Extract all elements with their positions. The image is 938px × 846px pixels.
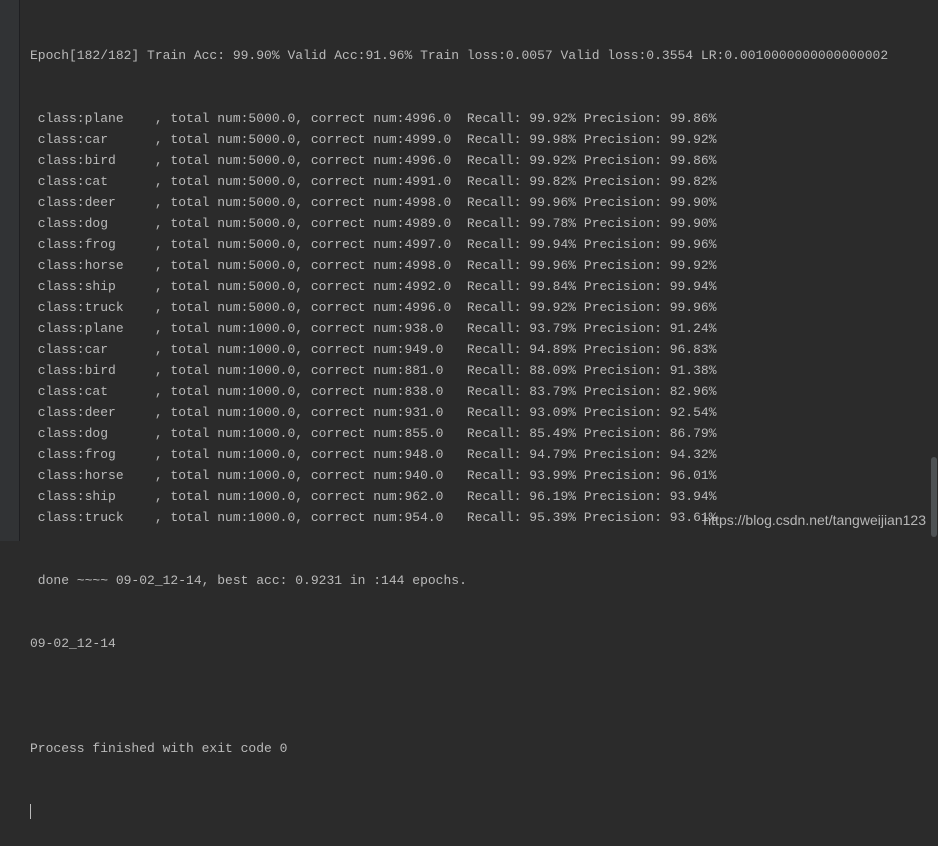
class-metrics-line: class:horse , total num:1000.0, correct … [30, 465, 928, 486]
vertical-scrollbar[interactable] [930, 0, 938, 541]
class-metrics-line: class:bird , total num:5000.0, correct n… [30, 150, 928, 171]
done-line: done ~~~~ 09-02_12-14, best acc: 0.9231 … [30, 570, 928, 591]
text-cursor [30, 804, 31, 819]
class-metrics-line: class:car , total num:5000.0, correct nu… [30, 129, 928, 150]
timestamp-line: 09-02_12-14 [30, 633, 928, 654]
scroll-thumb[interactable] [931, 457, 937, 537]
class-metrics-line: class:plane , total num:5000.0, correct … [30, 108, 928, 129]
class-metrics-line: class:cat , total num:5000.0, correct nu… [30, 171, 928, 192]
terminal-output[interactable]: Epoch[182/182] Train Acc: 99.90% Valid A… [20, 0, 938, 846]
cursor-line [30, 801, 928, 822]
class-metrics-line: class:bird , total num:1000.0, correct n… [30, 360, 928, 381]
class-metrics-line: class:car , total num:1000.0, correct nu… [30, 339, 928, 360]
class-metrics-line: class:plane , total num:1000.0, correct … [30, 318, 928, 339]
class-metrics-line: class:deer , total num:5000.0, correct n… [30, 192, 928, 213]
class-metrics-line: class:ship , total num:5000.0, correct n… [30, 276, 928, 297]
class-metrics-line: class:frog , total num:1000.0, correct n… [30, 444, 928, 465]
class-metrics-line: class:dog , total num:1000.0, correct nu… [30, 423, 928, 444]
class-metrics-line: class:truck , total num:5000.0, correct … [30, 297, 928, 318]
class-metrics-line: class:ship , total num:1000.0, correct n… [30, 486, 928, 507]
class-metrics-line: class:cat , total num:1000.0, correct nu… [30, 381, 928, 402]
source-watermark: https://blog.csdn.net/tangweijian123 [703, 510, 926, 531]
class-metrics-line: class:horse , total num:5000.0, correct … [30, 255, 928, 276]
console-gutter [0, 0, 20, 541]
class-metrics-line: class:dog , total num:5000.0, correct nu… [30, 213, 928, 234]
epoch-summary-line: Epoch[182/182] Train Acc: 99.90% Valid A… [30, 45, 928, 66]
exit-code-line: Process finished with exit code 0 [30, 738, 928, 759]
class-metrics-line: class:deer , total num:1000.0, correct n… [30, 402, 928, 423]
class-metrics-line: class:frog , total num:5000.0, correct n… [30, 234, 928, 255]
